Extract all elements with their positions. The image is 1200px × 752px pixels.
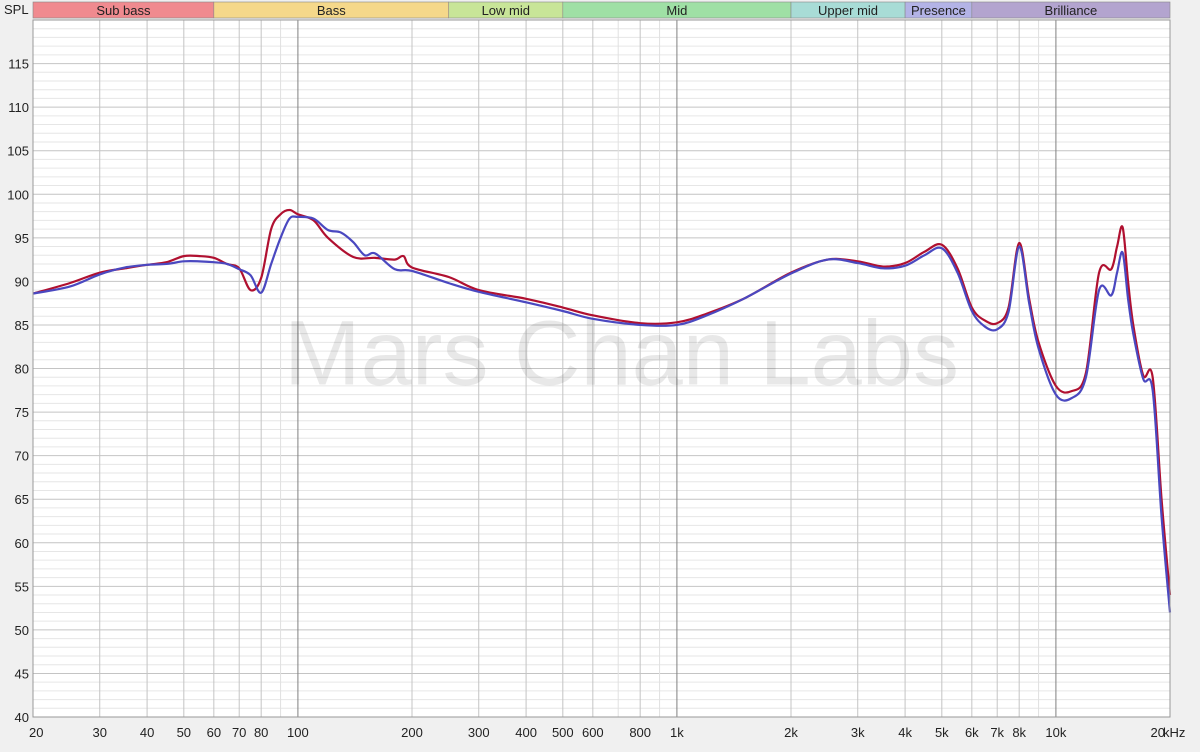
band-label-1: Bass xyxy=(317,3,346,18)
y-tick-60: 60 xyxy=(15,536,29,551)
y-tick-110: 110 xyxy=(8,100,29,115)
y-tick-90: 90 xyxy=(15,274,29,289)
band-label-3: Mid xyxy=(666,3,687,18)
x-tick-200: 200 xyxy=(401,725,423,740)
y-tick-95: 95 xyxy=(15,231,29,246)
x-tick-40: 40 xyxy=(140,725,154,740)
band-label-2: Low mid xyxy=(482,3,530,18)
x-tick-600: 600 xyxy=(582,725,604,740)
y-tick-70: 70 xyxy=(15,449,29,464)
x-tick-80: 80 xyxy=(254,725,268,740)
y-tick-80: 80 xyxy=(15,362,29,377)
y-tick-65: 65 xyxy=(15,492,29,507)
x-tick-8k: 8k xyxy=(1012,725,1026,740)
watermark-text: Mars Chan Labs xyxy=(284,303,959,405)
band-label-6: Brilliance xyxy=(1045,3,1098,18)
band-label-0: Sub bass xyxy=(96,3,151,18)
x-tick-6k: 6k xyxy=(965,725,979,740)
x-tick-100: 100 xyxy=(287,725,309,740)
y-tick-40: 40 xyxy=(15,710,29,725)
x-tick-500: 500 xyxy=(552,725,574,740)
x-tick-30: 30 xyxy=(93,725,107,740)
y-tick-50: 50 xyxy=(15,623,29,638)
y-tick-105: 105 xyxy=(7,144,29,159)
x-tick-1k: 1k xyxy=(670,725,684,740)
x-tick-800: 800 xyxy=(629,725,651,740)
x-tick-10k: 10k xyxy=(1045,725,1066,740)
band-label-5: Presence xyxy=(911,3,966,18)
x-tick-400: 400 xyxy=(515,725,537,740)
y-tick-55: 55 xyxy=(15,579,29,594)
y-axis-label: SPL xyxy=(4,2,29,17)
band-label-4: Upper mid xyxy=(818,3,878,18)
x-tick-2k: 2k xyxy=(784,725,798,740)
y-tick-85: 85 xyxy=(15,318,29,333)
x-tick-20: 20 xyxy=(29,725,43,740)
x-tick-60: 60 xyxy=(207,725,221,740)
frequency-bands: Sub bass Bass Low mid Mid Upper mid Presence B… xyxy=(32,1,1171,19)
x-tick-300: 300 xyxy=(468,725,490,740)
x-axis-unit: kHz xyxy=(1163,725,1185,740)
x-tick-5k: 5k xyxy=(935,725,949,740)
y-tick-100: 100 xyxy=(7,187,29,202)
y-tick-75: 75 xyxy=(15,405,29,420)
y-tick-45: 45 xyxy=(15,666,29,681)
y-tick-115: 115 xyxy=(8,57,29,72)
frequency-response-chart: Sub bass Bass Low mid Mid Upper mid Presence B… xyxy=(0,0,1200,752)
x-tick-70: 70 xyxy=(232,725,246,740)
x-tick-7k: 7k xyxy=(990,725,1004,740)
x-tick-3k: 3k xyxy=(851,725,865,740)
x-tick-4k: 4k xyxy=(898,725,912,740)
x-tick-50: 50 xyxy=(177,725,191,740)
